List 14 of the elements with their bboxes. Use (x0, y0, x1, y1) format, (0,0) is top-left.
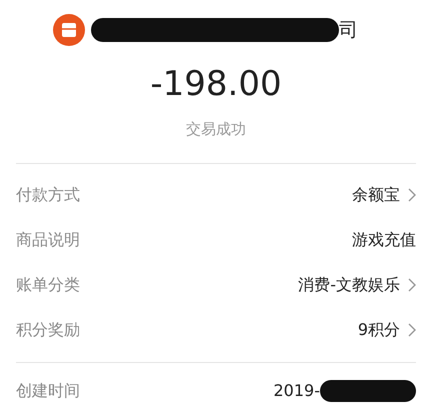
status-text: 交易成功 (186, 119, 246, 140)
detail-label: 账单分类 (16, 274, 80, 296)
detail-link[interactable]: 余额宝 (352, 183, 416, 207)
detail-value: 游戏充值 (352, 229, 416, 251)
created-time: 2019- (274, 380, 320, 402)
store-icon (53, 14, 85, 46)
detail-label: 创建时间 (16, 380, 80, 402)
detail-link[interactable]: 消费-文教娱乐 (298, 273, 416, 297)
amount: -198.00 (150, 63, 282, 106)
detail-link[interactable]: 9积分 (358, 318, 416, 342)
merchant-name: 司 (339, 18, 358, 43)
detail-label: 商品说明 (16, 229, 80, 251)
detail-label: 积分奖励 (16, 319, 80, 341)
detail-label: 付款方式 (16, 184, 80, 206)
